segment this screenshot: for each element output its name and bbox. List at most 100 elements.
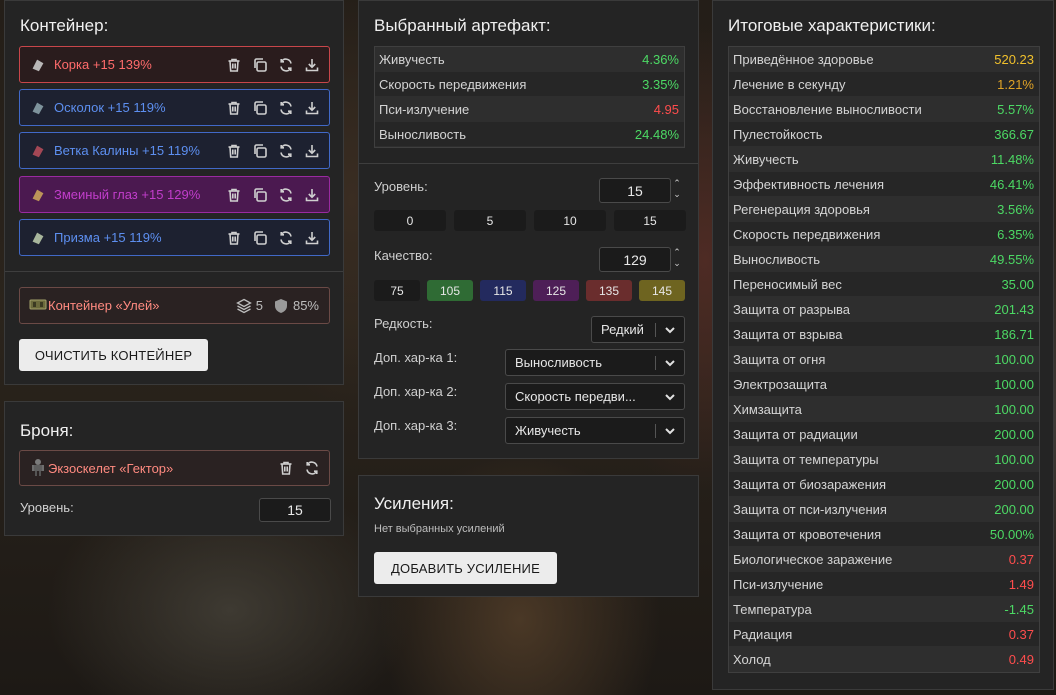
extra3-label: Доп. хар-ка 3: [374,418,458,433]
download-icon[interactable] [303,56,321,74]
quality-input[interactable]: 129 [599,247,671,272]
stat-value: 100.00 [994,401,1034,417]
armor-title: Броня: [20,421,74,440]
swap-icon[interactable] [277,229,295,247]
quality-label: Качество: [374,248,433,263]
artifact-name: Осколок +15 119% [54,100,166,115]
download-icon[interactable] [303,229,321,247]
copy-icon[interactable] [251,229,269,247]
spin-up-icon[interactable]: ⌃ [673,247,681,258]
swap-icon[interactable] [277,99,295,117]
artifact-row[interactable]: Осколок +15 119% [19,89,330,126]
stat-value: 4.36% [642,51,679,67]
trash-icon[interactable] [225,142,243,160]
swap-icon[interactable] [277,56,295,74]
spin-up-icon[interactable]: ⌃ [673,178,681,189]
chevron-down-icon [662,423,678,439]
container-protection: 85% [273,298,319,314]
container-hive-icon [28,294,48,317]
stat-name: Регенерация здоровья [733,201,870,217]
stat-row: Регенерация здоровья 3.56% [729,197,1039,222]
quality-preset-button[interactable]: 145 [639,280,685,301]
trash-icon[interactable] [225,229,243,247]
stat-row: Живучесть 11.48% [729,147,1039,172]
stat-name: Живучесть [379,51,445,67]
stat-value: 49.55% [989,251,1034,267]
stat-row: Защита от биозаражения 200.00 [729,472,1039,497]
download-icon[interactable] [303,186,321,204]
copy-icon[interactable] [251,56,269,74]
stat-name: Защита от биозаражения [733,476,887,492]
download-icon[interactable] [303,99,321,117]
stat-row: Скорость передвижения 3.35% [375,72,684,97]
stat-name: Скорость передвижения [733,226,881,242]
quality-preset-button[interactable]: 75 [374,280,420,301]
stat-row: Защита от взрыва 186.71 [729,322,1039,347]
level-preset-button[interactable]: 10 [534,210,606,231]
stat-value: 3.56% [997,201,1034,217]
stat-row: Биологическое заражение 0.37 [729,547,1039,572]
quality-preset-button[interactable]: 105 [427,280,473,301]
stat-value: -1.45 [1004,601,1034,617]
artifact-row[interactable]: Змеиный глаз +15 129% [19,176,330,213]
add-boost-button[interactable]: ДОБАВИТЬ УСИЛЕНИЕ [374,552,557,584]
stat-value: 46.41% [989,176,1034,192]
level-input[interactable]: 15 [599,178,671,203]
boosts-panel: Усиления: Нет выбранных усилений ДОБАВИТ… [358,475,699,597]
extra1-select[interactable]: Выносливость [505,349,685,376]
armor-item-row[interactable]: Экзоскелет «Гектор» [19,450,330,486]
chevron-down-icon [662,389,678,405]
quality-spinner[interactable]: ⌃ ⌄ [672,247,682,269]
copy-icon[interactable] [251,186,269,204]
download-icon[interactable] [303,142,321,160]
trash-icon[interactable] [225,56,243,74]
armor-level-input[interactable]: 15 [259,498,331,522]
armor-level-label: Уровень: [20,500,74,515]
copy-icon[interactable] [251,142,269,160]
rarity-label: Редкость: [374,316,433,331]
trash-icon[interactable] [225,99,243,117]
quality-preset-button[interactable]: 115 [480,280,526,301]
level-preset-button[interactable]: 15 [614,210,686,231]
swap-icon[interactable] [303,459,321,477]
stat-row: Эффективность лечения 46.41% [729,172,1039,197]
stat-row: Температура -1.45 [729,597,1039,622]
rarity-select[interactable]: Редкий [591,316,685,343]
container-item-row[interactable]: Контейнер «Улей» 5 85% [19,287,330,324]
trash-icon[interactable] [225,186,243,204]
container-slots-value: 5 [255,298,263,313]
spin-down-icon[interactable]: ⌄ [673,189,681,200]
quality-preset-button[interactable]: 125 [533,280,579,301]
stat-row: Защита от пси-излучения 200.00 [729,497,1039,522]
stat-name: Холод [733,651,771,667]
artifact-row[interactable]: Призма +15 119% [19,219,330,256]
stat-row: Защита от температуры 100.00 [729,447,1039,472]
trash-icon[interactable] [277,459,295,477]
swap-icon[interactable] [277,186,295,204]
level-preset-button[interactable]: 5 [454,210,526,231]
extra2-label: Доп. хар-ка 2: [374,384,458,399]
stat-value: 520.23 [994,51,1034,67]
stat-value: 0.49 [1008,651,1034,667]
copy-icon[interactable] [251,99,269,117]
stat-name: Защита от температуры [733,451,879,467]
stat-name: Пулестойкость [733,126,823,142]
exoskeleton-icon [28,457,48,480]
quality-preset-button[interactable]: 135 [586,280,632,301]
stat-name: Приведённое здоровье [733,51,874,67]
spin-down-icon[interactable]: ⌄ [673,258,681,269]
swap-icon[interactable] [277,142,295,160]
stat-name: Биологическое заражение [733,551,893,567]
stat-row: Химзащита 100.00 [729,397,1039,422]
clear-container-button[interactable]: ОЧИСТИТЬ КОНТЕЙНЕР [19,339,208,371]
level-spinner[interactable]: ⌃ ⌄ [672,178,682,200]
extra2-select[interactable]: Скорость передви... [505,383,685,410]
artifact-row[interactable]: Ветка Калины +15 119% [19,132,330,169]
extra3-select[interactable]: Живучесть [505,417,685,444]
artifact-row[interactable]: Корка +15 139% [19,46,330,83]
prism-artifact-icon [28,228,48,248]
divider [5,271,343,272]
stat-value: 0.37 [1008,626,1034,642]
level-preset-button[interactable]: 0 [374,210,446,231]
korka-artifact-icon [28,55,48,75]
